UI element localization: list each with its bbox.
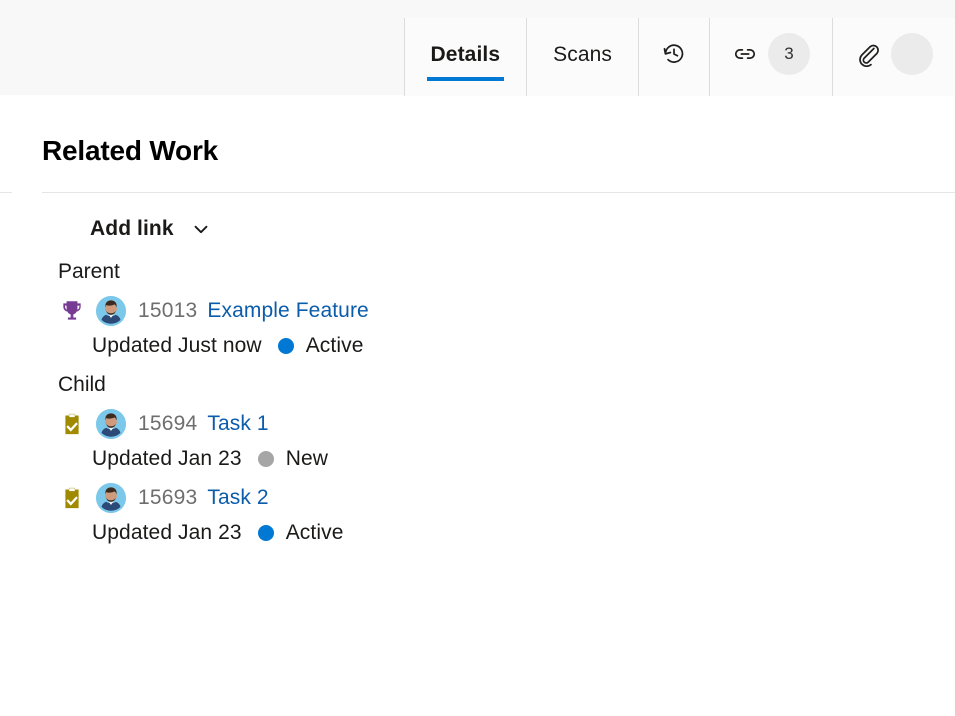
- link-group-child-label: Child: [58, 372, 106, 396]
- work-item-header-bar: Details Scans 3: [0, 0, 955, 96]
- divider-main: [42, 191, 955, 193]
- work-item-id: 15013: [138, 298, 198, 322]
- related-work-panel: Related Work Add link Parent 15013 Examp…: [0, 96, 955, 545]
- section-divider: [0, 191, 955, 193]
- updated-text: Updated Jan 23: [92, 520, 242, 544]
- link-count-badge: 3: [768, 33, 810, 75]
- history-icon: [661, 41, 687, 67]
- add-link-row: Add link: [0, 193, 955, 245]
- tab-attachments[interactable]: [832, 18, 955, 96]
- attachment-icon: [855, 41, 881, 67]
- link-group-parent-label: Parent: [58, 259, 120, 283]
- divider-stub: [0, 191, 12, 193]
- tab-history[interactable]: [638, 18, 709, 96]
- tab-scans-label: Scans: [553, 42, 612, 66]
- task-clipboard-icon: [58, 410, 86, 438]
- updated-text: Updated Just now: [92, 333, 262, 357]
- link-item-secondary-row: Updated Jan 23 Active: [0, 521, 955, 545]
- work-item-link[interactable]: Task 2: [207, 486, 268, 510]
- link-item-secondary-row: Updated Jan 23 New: [0, 447, 955, 471]
- list-item[interactable]: 15693 Task 2 Updated Jan 23 Active: [0, 471, 955, 545]
- feature-trophy-icon: [58, 297, 86, 325]
- list-item[interactable]: 15694 Task 1 Updated Jan 23 New: [0, 397, 955, 471]
- work-item-link[interactable]: Task 1: [207, 412, 268, 436]
- link-icon: [732, 41, 758, 67]
- avatar: [96, 482, 126, 513]
- tab-details[interactable]: Details: [403, 18, 527, 96]
- link-item-secondary-row: Updated Just now Active: [0, 334, 955, 358]
- work-item-tab-strip: Details Scans 3: [403, 18, 955, 96]
- add-link-button[interactable]: Add link: [88, 213, 214, 245]
- status-dot: [277, 337, 294, 354]
- chevron-down-icon: [190, 218, 212, 240]
- link-group-parent: Parent 15013 Example Feature Updated Jus…: [0, 259, 955, 358]
- avatar: [96, 295, 126, 326]
- tab-links[interactable]: 3: [709, 18, 832, 96]
- work-item-link[interactable]: Example Feature: [207, 299, 368, 323]
- link-item-primary-row: 15694 Task 1: [0, 408, 955, 439]
- page-title: Related Work: [42, 135, 219, 166]
- status-dot: [257, 450, 274, 467]
- status-badge: Active: [305, 333, 364, 357]
- tab-scans[interactable]: Scans: [526, 18, 638, 96]
- work-item-id: 15693: [138, 485, 198, 509]
- avatar: [96, 408, 126, 439]
- link-item-primary-row: 15693 Task 2: [0, 482, 955, 513]
- divider-gap: [12, 192, 42, 193]
- updated-text: Updated Jan 23: [92, 446, 242, 470]
- status-dot: [257, 524, 274, 541]
- work-item-id: 15694: [138, 411, 198, 435]
- attachment-count-badge: [891, 33, 933, 75]
- link-item-primary-row: 15013 Example Feature: [0, 295, 955, 326]
- add-link-label: Add link: [90, 216, 174, 240]
- task-clipboard-icon: [58, 484, 86, 512]
- tab-active-underline: [426, 77, 505, 81]
- list-item[interactable]: 15013 Example Feature Updated Just now A…: [0, 284, 955, 358]
- tab-details-label: Details: [430, 42, 501, 66]
- status-badge: New: [285, 446, 328, 470]
- link-group-child: Child 15694 Task 1 Updated Jan 23 New 15…: [0, 372, 955, 545]
- status-badge: Active: [285, 520, 344, 544]
